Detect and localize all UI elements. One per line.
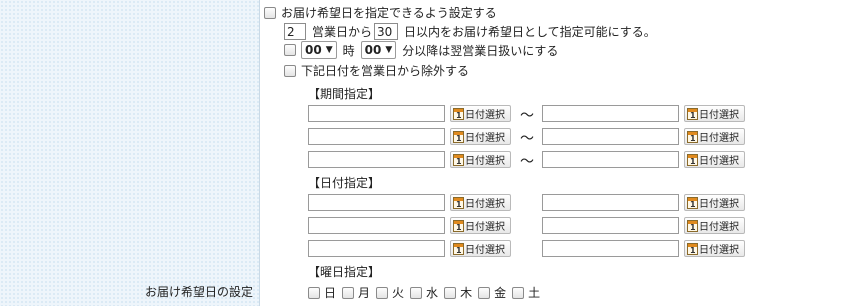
- date-input[interactable]: [542, 240, 679, 257]
- weekday-checkbox[interactable]: [410, 286, 423, 299]
- range-tilde: ～: [520, 131, 534, 147]
- weekday-checkbox[interactable]: [342, 286, 355, 299]
- period-start-input[interactable]: [308, 105, 445, 122]
- range-row: 営業日から 日以内をお届け希望日として指定可能にする。: [284, 23, 656, 40]
- date-select-button[interactable]: 1 日付選択: [450, 194, 511, 211]
- date-select-label: 日付選択: [699, 110, 739, 121]
- calendar-icon: 1: [453, 219, 464, 232]
- date-select-button[interactable]: 1 日付選択: [684, 240, 745, 257]
- weekday-checkbox[interactable]: [478, 286, 491, 299]
- period-start-input[interactable]: [308, 128, 445, 145]
- weekday-checkbox[interactable]: [308, 286, 320, 299]
- date-select-button[interactable]: 1 日付選択: [450, 105, 511, 122]
- calendar-icon: 1: [453, 107, 464, 120]
- cutoff-hour-value: 00: [305, 43, 322, 57]
- date-select-button[interactable]: 1 日付選択: [684, 194, 745, 211]
- range-to-input[interactable]: [374, 23, 399, 40]
- date-select-label: 日付選択: [465, 110, 505, 121]
- date-input[interactable]: [308, 240, 445, 257]
- date-select-label: 日付選択: [699, 245, 739, 256]
- enable-label: お届け希望日を指定できるよう設定する: [281, 6, 497, 20]
- exclude-label: 下記日付を営業日から除外する: [301, 64, 470, 78]
- weekday-wed[interactable]: 水: [410, 284, 438, 301]
- calendar-icon: 1: [687, 107, 698, 120]
- date-input[interactable]: [542, 217, 679, 234]
- date-select-label: 日付選択: [699, 199, 739, 210]
- date-select-label: 日付選択: [699, 133, 739, 144]
- exclude-checkbox[interactable]: [284, 64, 296, 77]
- date-select-button[interactable]: 1 日付選択: [684, 151, 745, 168]
- setting-label: お届け希望日の設定: [144, 285, 253, 299]
- date-input[interactable]: [308, 217, 445, 234]
- calendar-icon: 1: [687, 196, 698, 209]
- period-end-input[interactable]: [542, 128, 679, 145]
- weekday-row: 日 月 火 水 木 金 土: [308, 284, 546, 301]
- weekday-checkbox[interactable]: [512, 286, 525, 299]
- date-select-button[interactable]: 1 日付選択: [450, 217, 511, 234]
- calendar-icon: 1: [453, 196, 464, 209]
- range-text-2: 日以内をお届け希望日として指定可能にする。: [404, 25, 656, 39]
- calendar-icon: 1: [453, 153, 464, 166]
- weekday-mon[interactable]: 月: [342, 284, 370, 301]
- weekday-title: 【曜日指定】: [308, 265, 381, 279]
- weekday-sat[interactable]: 土: [512, 284, 540, 301]
- date-select-label: 日付選択: [465, 156, 505, 167]
- enable-checkbox[interactable]: [264, 6, 276, 19]
- range-from-input[interactable]: [284, 23, 306, 40]
- weekday-checkbox[interactable]: [376, 286, 389, 299]
- cutoff-minute-value: 00: [364, 43, 382, 57]
- enable-row: お届け希望日を指定できるよう設定する: [264, 4, 497, 21]
- cutoff-minute-select[interactable]: 00 ▼: [360, 41, 397, 59]
- exclude-row: 下記日付を営業日から除外する: [284, 62, 469, 79]
- date-input[interactable]: [542, 194, 679, 211]
- dates-title: 【日付指定】: [308, 176, 381, 190]
- weekday-checkbox[interactable]: [444, 286, 457, 299]
- weekday-tue[interactable]: 火: [376, 284, 404, 301]
- calendar-icon: 1: [453, 242, 464, 255]
- cutoff-row: 00 ▼ 時 00 ▼ 分以降は翌営業日扱いにする: [284, 41, 558, 59]
- period-end-input[interactable]: [542, 151, 679, 168]
- date-select-button[interactable]: 1 日付選択: [450, 240, 511, 257]
- period-title: 【期間指定】: [308, 87, 381, 101]
- calendar-icon: 1: [687, 242, 698, 255]
- setting-label-cell: お届け希望日の設定: [0, 0, 260, 306]
- date-select-button[interactable]: 1 日付選択: [684, 105, 745, 122]
- date-select-label: 日付選択: [699, 156, 739, 167]
- calendar-icon: 1: [687, 130, 698, 143]
- date-select-label: 日付選択: [465, 133, 505, 144]
- date-input[interactable]: [308, 194, 445, 211]
- date-select-button[interactable]: 1 日付選択: [450, 128, 511, 145]
- cutoff-hour-unit: 時: [342, 43, 355, 58]
- date-select-label: 日付選択: [465, 199, 505, 210]
- date-select-label: 日付選択: [465, 245, 505, 256]
- cutoff-suffix: 分以降は翌営業日扱いにする: [402, 43, 559, 58]
- range-tilde: ～: [520, 154, 534, 170]
- cutoff-checkbox[interactable]: [284, 44, 296, 56]
- chevron-down-icon: ▼: [325, 45, 333, 55]
- calendar-icon: 1: [687, 153, 698, 166]
- calendar-icon: 1: [687, 219, 698, 232]
- weekday-thu[interactable]: 木: [444, 284, 472, 301]
- range-text-1: 営業日から: [312, 25, 373, 39]
- chevron-down-icon: ▼: [385, 45, 393, 55]
- period-end-input[interactable]: [542, 105, 679, 122]
- date-select-button[interactable]: 1 日付選択: [684, 217, 745, 234]
- cutoff-hour-select[interactable]: 00 ▼: [301, 41, 337, 59]
- range-tilde: ～: [520, 108, 534, 124]
- date-select-label: 日付選択: [465, 222, 505, 233]
- calendar-icon: 1: [453, 130, 464, 143]
- date-select-button[interactable]: 1 日付選択: [684, 128, 745, 145]
- setting-content: お届け希望日を指定できるよう設定する 営業日から 日以内をお届け希望日として指定…: [261, 0, 863, 306]
- date-select-button[interactable]: 1 日付選択: [450, 151, 511, 168]
- date-select-label: 日付選択: [699, 222, 739, 233]
- weekday-fri[interactable]: 金: [478, 284, 506, 301]
- weekday-sun[interactable]: 日: [308, 284, 336, 301]
- period-start-input[interactable]: [308, 151, 445, 168]
